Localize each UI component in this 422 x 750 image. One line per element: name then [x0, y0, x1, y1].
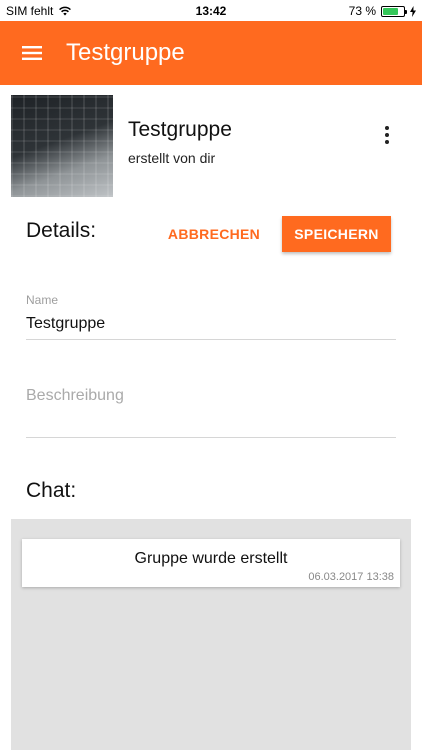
cancel-button[interactable]: ABBRECHEN: [164, 216, 264, 252]
more-options-button[interactable]: [377, 123, 397, 147]
hamburger-menu-icon: [22, 46, 42, 60]
save-button[interactable]: SPEICHERN: [282, 216, 391, 252]
group-card: Testgruppe erstellt von dir Details: ABB…: [11, 95, 411, 519]
chat-message[interactable]: Gruppe wurde erstellt 06.03.2017 13:38: [22, 539, 400, 587]
charging-bolt-icon: [410, 5, 416, 17]
more-vertical-icon: [385, 126, 389, 130]
chat-message-timestamp: 06.03.2017 13:38: [308, 571, 394, 583]
app-title: Testgruppe: [66, 39, 185, 66]
name-field[interactable]: Testgruppe: [26, 315, 396, 340]
app-screen: SIM fehlt 13:42 73 % Testgruppe Testgrup…: [0, 0, 422, 750]
group-image[interactable]: [11, 95, 113, 197]
group-name: Testgruppe: [128, 118, 232, 141]
battery-icon: [381, 5, 407, 17]
app-bar: Testgruppe: [0, 21, 422, 85]
menu-button[interactable]: [12, 33, 52, 73]
status-bar: SIM fehlt 13:42 73 %: [0, 0, 422, 21]
content-area: Testgruppe erstellt von dir Details: ABB…: [0, 85, 422, 750]
name-field-label: Name: [26, 293, 59, 307]
description-field[interactable]: Beschreibung: [26, 387, 396, 438]
group-creator: erstellt von dir: [128, 150, 216, 166]
battery-fill: [383, 7, 398, 15]
details-heading: Details:: [26, 219, 97, 242]
chat-message-text: Gruppe wurde erstellt: [134, 550, 288, 567]
chat-area[interactable]: Gruppe wurde erstellt 06.03.2017 13:38: [11, 519, 411, 750]
battery-percent: 73 %: [348, 4, 376, 18]
status-right: 73 %: [349, 4, 416, 18]
chat-heading: Chat:: [26, 479, 77, 502]
